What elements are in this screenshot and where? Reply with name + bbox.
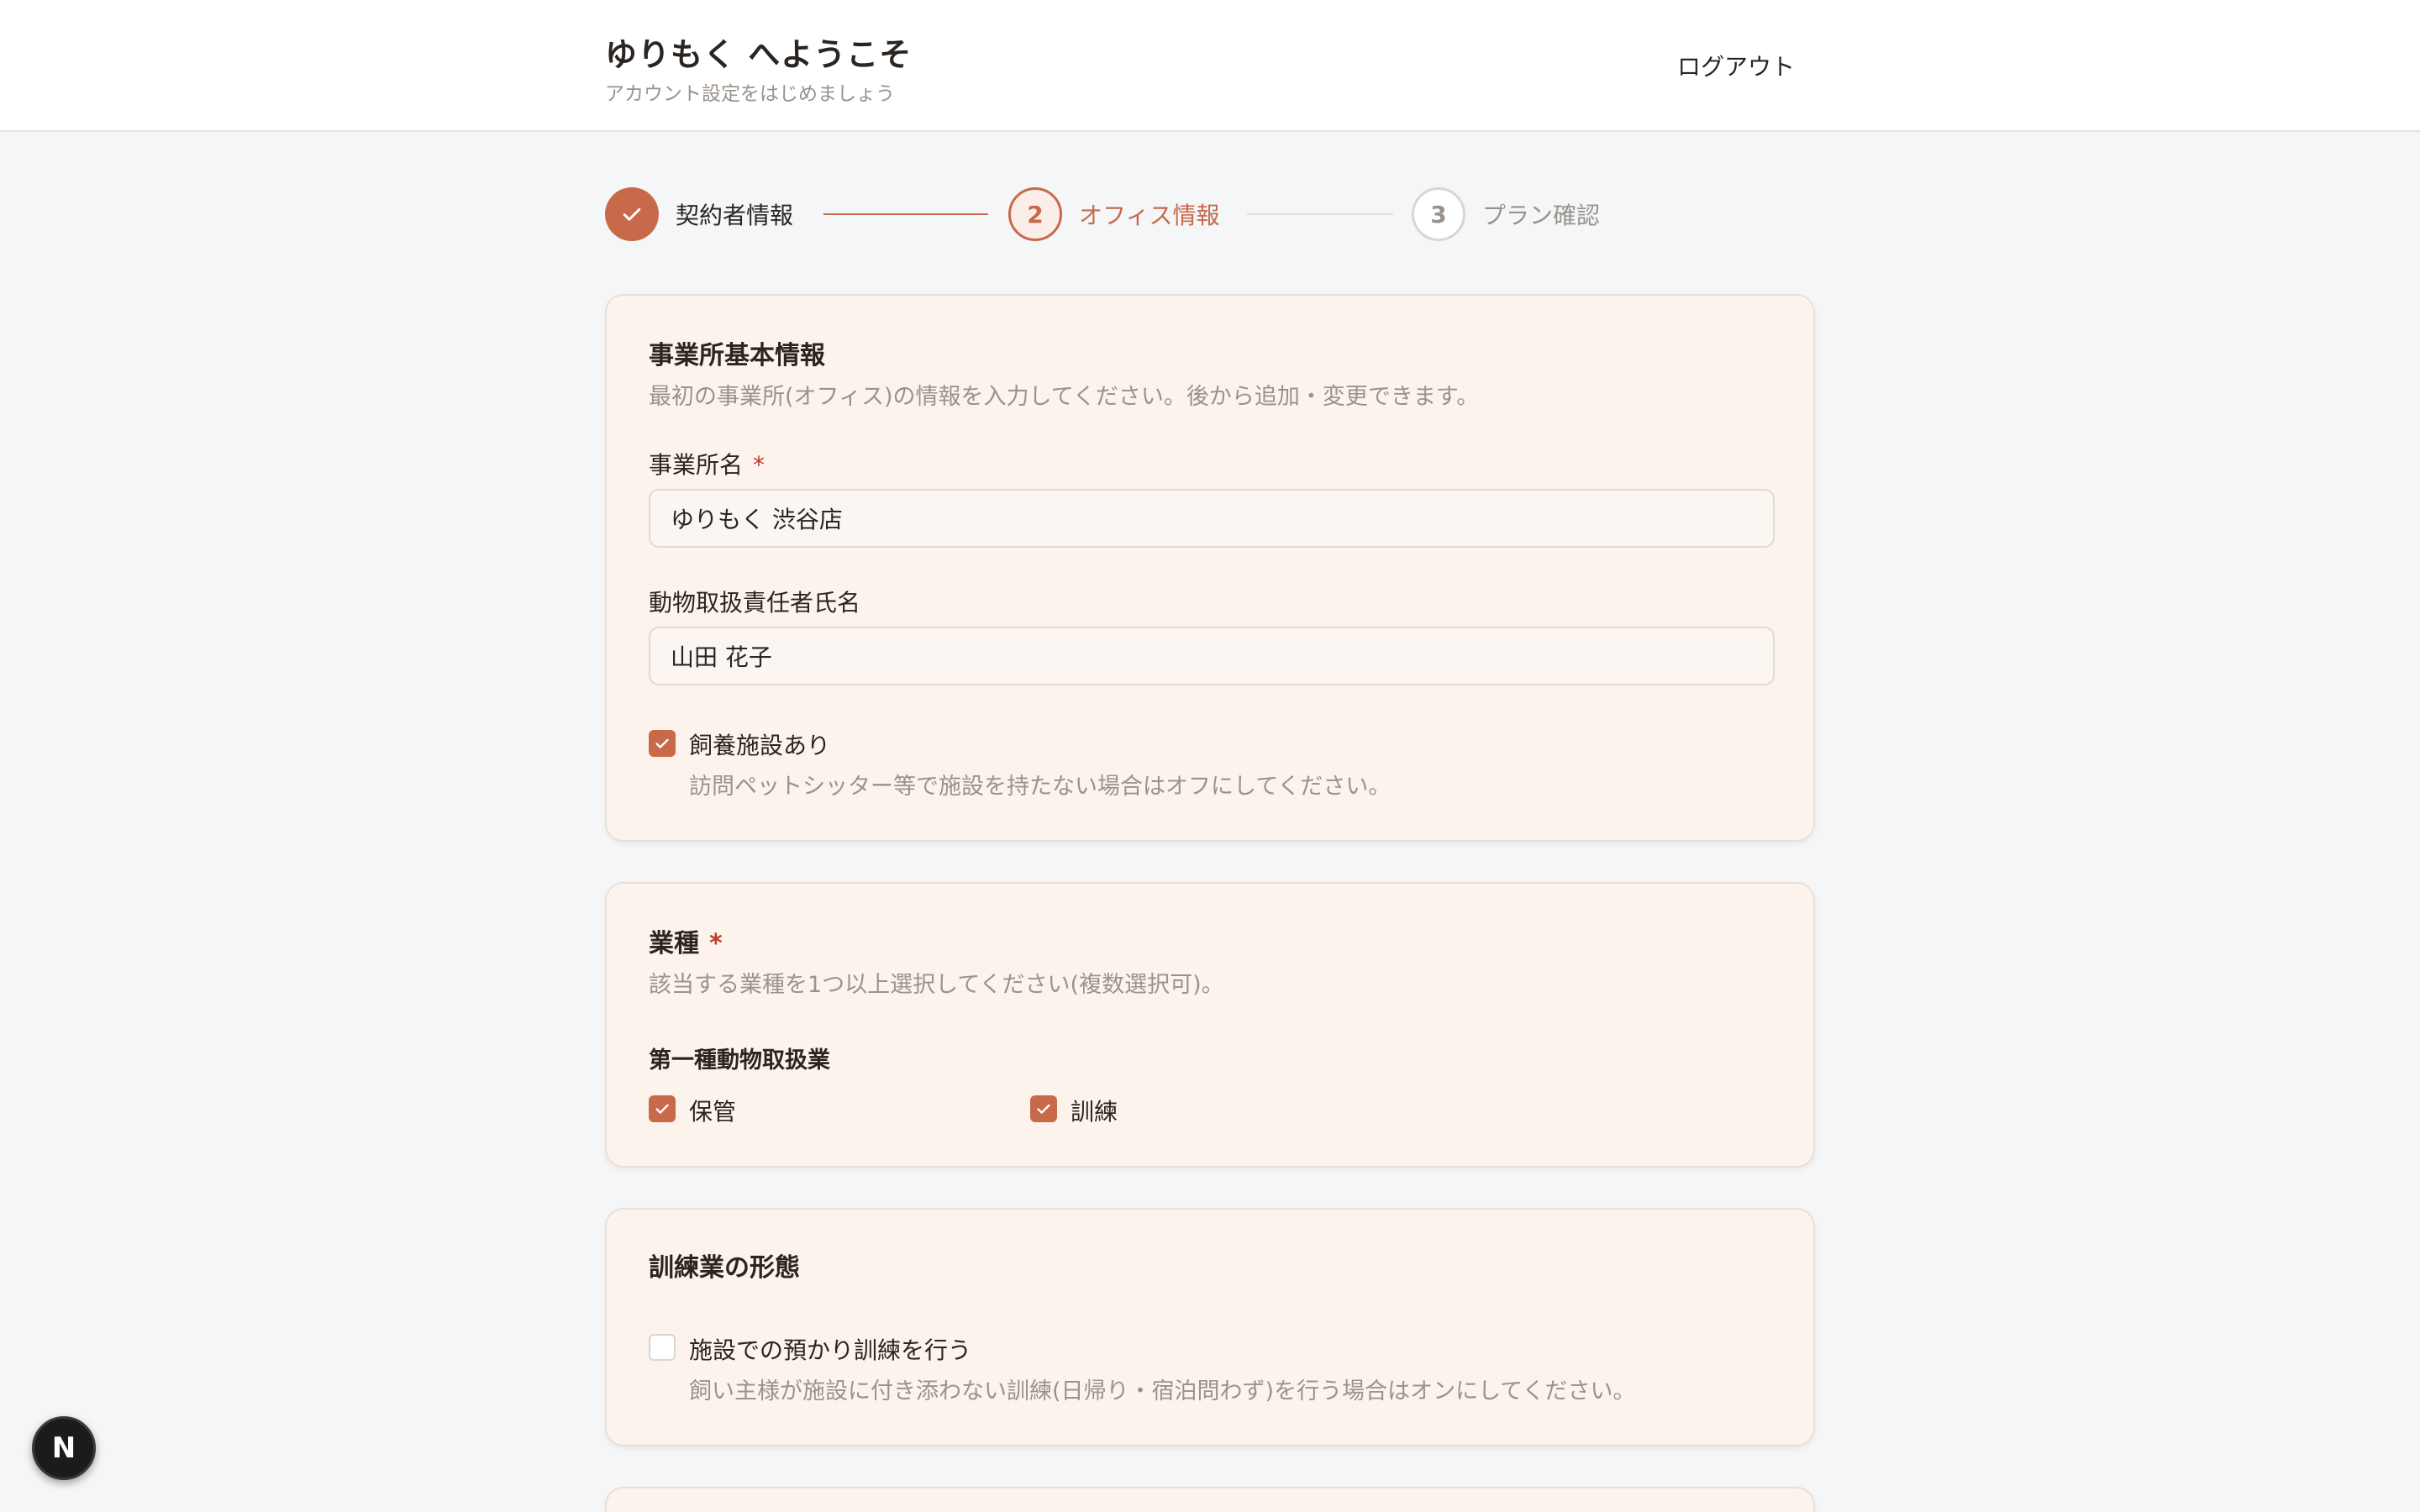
step-number: 3 (1412, 187, 1465, 241)
facility-hint: 訪問ペットシッター等で施設を持たない場合はオフにしてください。 (689, 774, 1392, 800)
card-title: 事業所基本情報 (649, 341, 825, 370)
training-form-card: 訓練業の形態 施設での預かり訓練を行う 飼い主様が施設に付き添わない訓練(日帰り… (605, 1208, 1815, 1446)
training-option-checkbox[interactable] (649, 1334, 676, 1361)
business-type-card: 業種 * 該当する業種を1つ以上選択してください(複数選択可)。 第一種動物取扱業… (605, 882, 1815, 1168)
check-icon (605, 187, 659, 241)
card-title: 訓練業の形態 (649, 1253, 800, 1283)
manager-name-label: 動物取扱責任者氏名 (649, 589, 861, 617)
card-description: 最初の事業所(オフィス)の情報を入力してください。後から追加・変更できます。 (649, 384, 1480, 410)
business-option-checkbox-storage[interactable] (649, 1095, 676, 1122)
dev-tools-badge[interactable]: N (32, 1416, 96, 1480)
required-mark: * (709, 929, 723, 958)
step-label: オフィス情報 (1079, 202, 1220, 229)
page-title: ゆりもく へようこそ (605, 36, 913, 73)
office-name-input[interactable] (649, 489, 1775, 548)
training-option-hint: 飼い主様が施設に付き添わない訓練(日帰り・宿泊問わず)を行う場合はオンにしてくだ… (689, 1378, 1636, 1404)
office-info-card: 事業所基本情報 最初の事業所(オフィス)の情報を入力してください。後から追加・変… (605, 294, 1815, 842)
business-option-label[interactable]: 保管 (689, 1094, 736, 1127)
facility-checkbox-label[interactable]: 飼養施設あり (689, 727, 830, 761)
business-option-checkbox-training[interactable] (1030, 1095, 1057, 1122)
manager-name-input[interactable] (649, 627, 1775, 685)
step-label: 契約者情報 (676, 202, 794, 229)
card-description: 該当する業種を1つ以上選択してください(複数選択可)。 (649, 972, 1224, 998)
training-option-label[interactable]: 施設での預かり訓練を行う (689, 1332, 971, 1366)
app-header: ゆりもく へようこそ アカウント設定をはじめましょう ログアウト (0, 0, 2420, 132)
step-connector (1247, 213, 1393, 215)
step-number: 2 (1008, 187, 1062, 241)
step-plan-confirm: 3 プラン確認 (1412, 186, 1600, 242)
page-subtitle: アカウント設定をはじめましょう (605, 83, 895, 105)
office-name-label: 事業所名 * (649, 451, 765, 479)
check-icon (655, 1104, 669, 1114)
check-icon (655, 738, 669, 748)
step-connector (823, 213, 988, 215)
business-option-label[interactable]: 訓練 (1071, 1094, 1118, 1127)
business-group-title: 第一種動物取扱業 (649, 1047, 830, 1074)
step-office-info: 2 オフィス情報 (1008, 186, 1219, 242)
check-icon (1037, 1104, 1050, 1114)
step-label: プラン確認 (1482, 202, 1601, 229)
next-card (605, 1487, 1815, 1512)
progress-stepper: 契約者情報 2 オフィス情報 3 プラン確認 (605, 186, 1815, 242)
step-contractor-info: 契約者情報 (605, 186, 793, 242)
facility-checkbox[interactable] (649, 730, 676, 757)
card-title: 業種 * (649, 929, 723, 958)
logout-button[interactable]: ログアウト (1677, 49, 1795, 82)
required-mark: * (753, 451, 765, 479)
